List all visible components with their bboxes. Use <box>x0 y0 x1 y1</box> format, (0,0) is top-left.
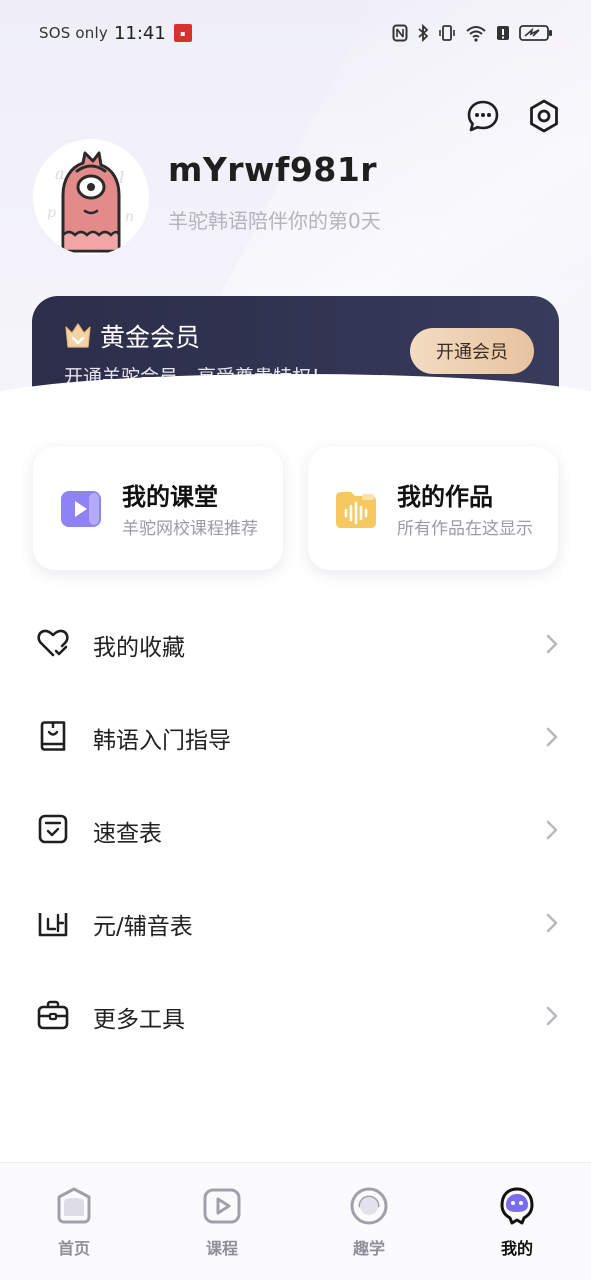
open-vip-button[interactable]: 开通会员 <box>410 328 534 374</box>
notification-badge-icon: ▪ <box>173 24 192 42</box>
menu-item-vowel-consonant-chart[interactable]: 元/辅音表 <box>0 893 591 953</box>
tab-label: 首页 <box>57 1239 90 1258</box>
chevron-right-icon <box>546 820 558 840</box>
chat-bubble-icon <box>467 100 499 132</box>
tab-label: 我的 <box>500 1239 533 1258</box>
battery-icon <box>519 25 552 41</box>
settings-button[interactable] <box>526 98 562 134</box>
my-works-card[interactable]: 我的作品 所有作品在这显示 <box>308 447 558 570</box>
course-play-icon <box>203 1188 241 1224</box>
chevron-right-icon <box>546 1006 558 1026</box>
username[interactable]: mYrwf981r <box>168 150 377 189</box>
vip-title: 黄金会员 <box>100 323 201 352</box>
alpaca-avatar-icon: a l p n <box>35 141 147 253</box>
vibrate-icon <box>439 25 455 41</box>
network-status: SOS only <box>39 24 108 42</box>
status-bar: SOS only 11:41 ▪ <box>0 18 591 48</box>
tab-home[interactable]: 首页 <box>29 1185 119 1265</box>
avatar[interactable]: a l p n <box>33 139 149 255</box>
book-icon <box>40 721 66 751</box>
fun-learn-icon <box>350 1187 388 1225</box>
alert-icon <box>497 26 509 40</box>
toolbox-icon <box>37 1000 69 1030</box>
checklist-icon <box>38 814 68 844</box>
svg-text:n: n <box>125 209 134 225</box>
wifi-icon <box>466 26 486 42</box>
my-classroom-card[interactable]: 我的课堂 羊驼网校课程推荐 <box>33 447 283 570</box>
chart-icon <box>38 913 68 937</box>
heart-check-icon <box>37 629 69 657</box>
tab-mine[interactable]: 我的 <box>472 1185 562 1265</box>
menu-label: 我的收藏 <box>93 635 185 661</box>
audio-folder-icon <box>336 492 376 528</box>
bottom-tab-bar: 首页 课程 趣学 我的 <box>0 1162 591 1280</box>
tab-fun-learning[interactable]: 趣学 <box>324 1185 414 1265</box>
gear-icon <box>530 99 558 133</box>
messages-button[interactable] <box>465 98 501 134</box>
menu-label: 速查表 <box>93 821 162 847</box>
chevron-right-icon <box>546 727 558 747</box>
clock: 11:41 <box>113 22 166 44</box>
menu-item-more-tools[interactable]: 更多工具 <box>0 986 591 1046</box>
card-title: 我的作品 <box>397 483 493 511</box>
menu-item-quick-reference[interactable]: 速查表 <box>0 800 591 860</box>
card-title: 我的课堂 <box>122 483 218 511</box>
tab-label: 课程 <box>205 1239 238 1258</box>
menu-label: 元/辅音表 <box>93 914 193 940</box>
chevron-right-icon <box>546 913 558 933</box>
chevron-right-icon <box>546 634 558 654</box>
home-icon <box>57 1187 91 1224</box>
crown-icon <box>65 323 91 348</box>
menu-label: 更多工具 <box>93 1007 185 1033</box>
tab-courses[interactable]: 课程 <box>177 1185 267 1265</box>
menu-label: 韩语入门指导 <box>93 728 231 754</box>
status-left: SOS only 11:41 ▪ <box>39 18 192 48</box>
bluetooth-icon <box>418 24 429 42</box>
nfc-icon <box>392 24 408 42</box>
companion-days-text: 羊驼韩语陪伴你的第0天 <box>168 209 381 233</box>
play-video-icon <box>61 491 101 527</box>
mine-icon <box>500 1187 534 1225</box>
menu-item-favorites[interactable]: 我的收藏 <box>0 614 591 674</box>
card-subtitle: 羊驼网校课程推荐 <box>122 519 258 539</box>
svg-text:l: l <box>119 168 124 187</box>
menu-item-korean-intro-guide[interactable]: 韩语入门指导 <box>0 707 591 767</box>
svg-text:a: a <box>55 164 65 183</box>
svg-text:p: p <box>47 205 56 221</box>
card-subtitle: 所有作品在这显示 <box>397 519 533 539</box>
tab-label: 趣学 <box>352 1239 385 1258</box>
status-right <box>392 18 553 48</box>
